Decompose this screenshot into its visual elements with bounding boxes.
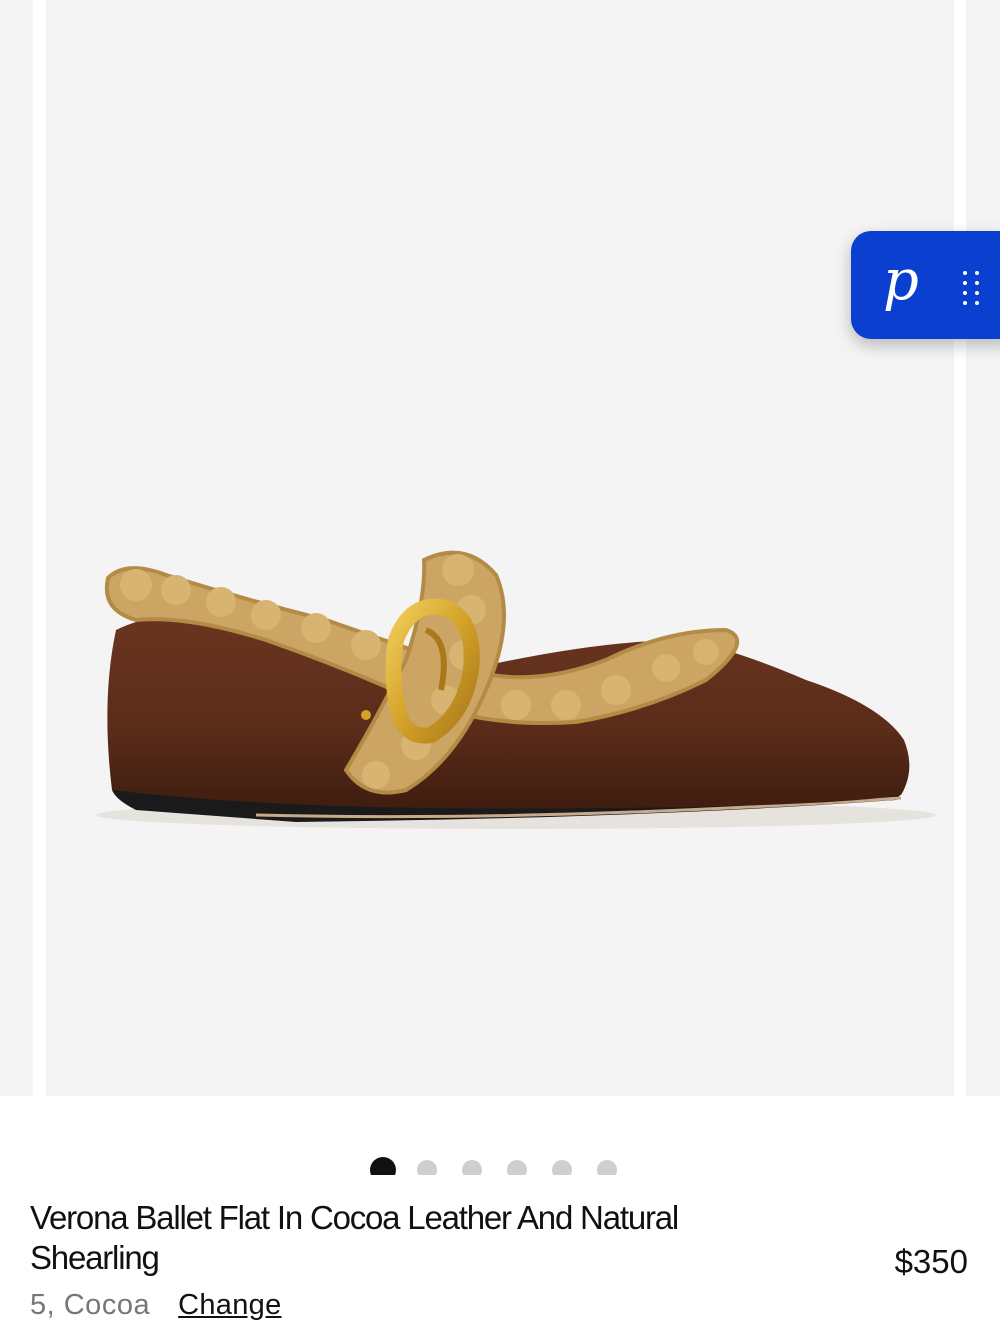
product-image-gallery[interactable] xyxy=(0,0,1000,1096)
carousel-dot-5[interactable] xyxy=(552,1160,572,1175)
widget-logo: p xyxy=(883,248,919,313)
carousel-dot-4[interactable] xyxy=(507,1160,527,1175)
floating-assistant-widget[interactable]: p xyxy=(851,231,1000,339)
product-price: $350 xyxy=(894,1243,968,1280)
product-variant: 5, Cocoa xyxy=(30,1289,151,1321)
carousel-dot-2[interactable] xyxy=(417,1160,437,1175)
change-variant-link[interactable]: Change xyxy=(178,1289,281,1321)
carousel-dot-1[interactable] xyxy=(370,1157,396,1175)
carousel-dot-6[interactable] xyxy=(597,1160,617,1175)
product-variant-row: 5, Cocoa Change xyxy=(30,1288,282,1322)
product-title[interactable]: Verona Ballet Flat In Cocoa Leather And … xyxy=(30,1198,790,1278)
carousel-dot-3[interactable] xyxy=(462,1160,482,1175)
product-image-slide[interactable] xyxy=(46,0,954,1096)
carousel-pagination xyxy=(0,1157,1000,1175)
drag-handle-icon[interactable] xyxy=(959,269,983,305)
previous-slide-peek[interactable] xyxy=(0,0,33,1096)
next-slide-peek[interactable] xyxy=(966,0,1000,1096)
product-image xyxy=(96,550,936,829)
